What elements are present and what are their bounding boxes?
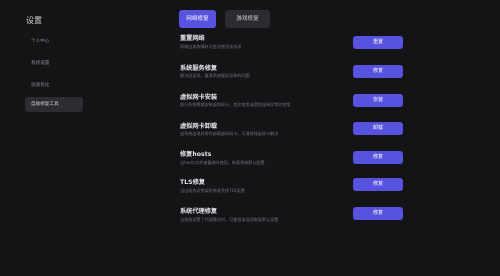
settings-title: 设置 xyxy=(26,16,42,25)
repair-title-system-proxy: 系统代理修复 xyxy=(180,208,218,215)
tls-repair-button[interactable]: 修复 xyxy=(353,178,403,191)
hosts-repair-button[interactable]: 修复 xyxy=(353,151,403,164)
repair-title-reset-network: 重置网络 xyxy=(180,35,205,42)
system-service-repair-button[interactable]: 修复 xyxy=(353,65,403,78)
tab-network-repair[interactable]: 网络修复 xyxy=(179,10,216,28)
system-proxy-repair-button[interactable]: 修复 xyxy=(353,207,403,220)
repair-desc-hosts: 当hosts文件被篡改时使用，恢复系统默认配置 xyxy=(180,160,265,165)
repair-desc-virtual-nic-uninstall: 当系统出现异常时卸载虚拟网卡，可清除残留网卡解决 xyxy=(180,131,279,136)
repair-title-hosts: 修复hosts xyxy=(180,151,212,158)
repair-desc-system-service: 解决因误关、篡改系统服务导致的问题 xyxy=(180,73,250,78)
sidebar-item-personal-center[interactable]: 个人中心 xyxy=(25,34,83,49)
repair-title-system-service: 系统服务修复 xyxy=(180,65,218,72)
repair-title-virtual-nic-install: 虚拟网卡安装 xyxy=(180,94,218,101)
virtual-nic-uninstall-button[interactable]: 卸载 xyxy=(353,122,403,135)
sidebar-item-self-repair-tools[interactable]: 自助修复工具 xyxy=(25,97,83,112)
repair-desc-reset-network: 网络出现故障时可尝试使用该选项 xyxy=(180,44,242,49)
repair-desc-virtual-nic-install: 部分系统需要安装虚拟网卡，首次使用或遇到连接异常时使用 xyxy=(180,102,291,107)
repair-desc-system-proxy: 当系统设置了代理模式时，可使用该选项恢复默认设置 xyxy=(180,217,279,222)
sidebar-item-system-settings[interactable]: 系统设置 xyxy=(25,56,83,71)
repair-title-tls: TLS修复 xyxy=(180,179,205,186)
repair-desc-tls: 当出现协议错误时修复系统TLS设置 xyxy=(180,188,245,193)
repair-title-virtual-nic-uninstall: 虚拟网卡卸载 xyxy=(180,123,218,130)
sidebar-item-acceleration[interactable]: 加速优化 xyxy=(25,78,83,93)
virtual-nic-install-button[interactable]: 安装 xyxy=(353,94,403,107)
tab-game-repair[interactable]: 游戏修复 xyxy=(225,10,270,28)
sidebar: 设置 个人中心 系统设置 加速优化 自助修复工具 xyxy=(0,0,90,276)
reset-network-button[interactable]: 重置 xyxy=(353,36,403,49)
